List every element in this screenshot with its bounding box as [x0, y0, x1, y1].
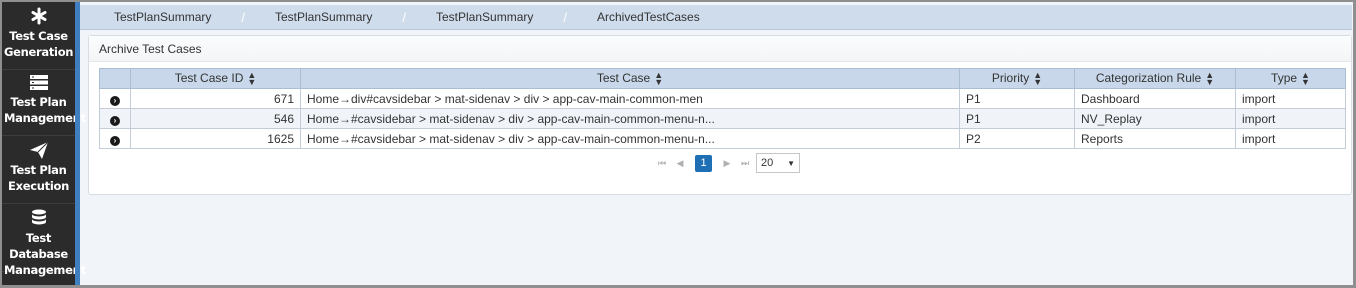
sidebar-label-line2: Management	[4, 111, 86, 125]
page-size-select[interactable]: 20 ▼	[756, 153, 800, 173]
archive-table: Test Case ID ▲ ▼ Test Case ▲ ▼ Priority ▲ ▼ Ca…	[99, 68, 1346, 149]
row-expander[interactable]: ›	[99, 108, 131, 129]
caret-down-icon: ▼	[787, 158, 795, 168]
breadcrumb-separator: /	[241, 9, 245, 25]
cell-type: import	[1235, 108, 1346, 129]
server-list-icon	[2, 72, 75, 94]
expander-header	[99, 68, 131, 89]
row-expander[interactable]: ›	[99, 88, 131, 109]
column-header-type[interactable]: Type ▲ ▼	[1235, 68, 1346, 89]
sidebar-label-line1: Test Plan	[10, 163, 67, 177]
cell-priority: P1	[959, 88, 1075, 109]
breadcrumb-item[interactable]: TestPlanSummary	[114, 10, 211, 24]
sort-icon[interactable]: ▲ ▼	[654, 70, 663, 86]
sidebar: Test Case Generation Test Plan Managemen…	[2, 2, 86, 285]
page-size-value: 20	[761, 157, 774, 169]
sidebar-item-test-plan-management[interactable]: Test Plan Management	[2, 68, 86, 136]
breadcrumb: TestPlanSummary / TestPlanSummary / Test…	[80, 5, 1352, 30]
sidebar-accent-strip	[75, 2, 80, 285]
next-page-icon[interactable]: ▶	[718, 158, 736, 169]
column-header-priority[interactable]: Priority ▲ ▼	[959, 68, 1075, 89]
sidebar-label-line1: Test Database	[9, 231, 68, 261]
cell-priority: P2	[959, 128, 1075, 149]
breadcrumb-item[interactable]: TestPlanSummary	[436, 10, 533, 24]
chevron-right-circle-icon[interactable]: ›	[110, 115, 120, 126]
prev-page-icon[interactable]: ◀	[671, 158, 689, 169]
sort-icon[interactable]: ▲ ▼	[247, 70, 256, 86]
paginator: ⏮ ◀ 1 ▶ ⏭ 20 ▼	[653, 153, 800, 173]
database-icon	[2, 208, 75, 230]
column-label: Categorization Rule	[1095, 71, 1202, 86]
cell-type: import	[1235, 88, 1346, 109]
sidebar-label-line2: Execution	[8, 179, 69, 193]
asterisk-icon	[2, 6, 75, 28]
panel-title: Archive Test Cases	[89, 36, 1351, 62]
chevron-right-circle-icon[interactable]: ›	[110, 135, 120, 146]
cell-test-case: Home→div#cavsidebar > mat-sidenav > div …	[300, 88, 960, 109]
column-label: Type	[1271, 71, 1298, 86]
sidebar-item-test-case-generation[interactable]: Test Case Generation	[2, 2, 75, 70]
row-expander[interactable]: ›	[99, 128, 131, 149]
breadcrumb-separator: /	[402, 9, 406, 25]
sidebar-label-line1: Test Case	[9, 29, 68, 43]
paper-plane-icon	[2, 140, 75, 162]
cell-type: import	[1235, 128, 1346, 149]
sidebar-item-test-database-management[interactable]: Test Database Management	[2, 204, 86, 277]
cell-test-case-id: 671	[130, 88, 301, 109]
cell-priority: P1	[959, 108, 1075, 129]
sort-icon[interactable]: ▲ ▼	[1033, 70, 1042, 86]
first-page-icon[interactable]: ⏮	[653, 158, 671, 169]
column-header-test-case-id[interactable]: Test Case ID ▲ ▼	[130, 68, 301, 89]
page-number-current[interactable]: 1	[695, 154, 712, 172]
column-header-categorization-rule[interactable]: Categorization Rule ▲ ▼	[1074, 68, 1236, 89]
chevron-right-circle-icon[interactable]: ›	[110, 95, 120, 106]
app-frame: Test Case Generation Test Plan Managemen…	[2, 2, 1353, 285]
table-header-row: Test Case ID ▲ ▼ Test Case ▲ ▼ Priority ▲ ▼ Ca…	[99, 68, 1346, 89]
sort-icon[interactable]: ▲ ▼	[1301, 70, 1310, 86]
breadcrumb-separator: /	[563, 9, 567, 25]
cell-categorization-rule: Dashboard	[1074, 88, 1236, 109]
cell-test-case: Home→#cavsidebar > mat-sidenav > div > a…	[300, 128, 960, 149]
last-page-icon[interactable]: ⏭	[736, 158, 754, 169]
sidebar-label-line1: Test Plan	[10, 95, 67, 109]
cell-categorization-rule: NV_Replay	[1074, 108, 1236, 129]
sidebar-label-line2: Management	[4, 263, 86, 277]
cell-test-case-id: 546	[130, 108, 301, 129]
column-label: Priority	[991, 71, 1030, 86]
cell-categorization-rule: Reports	[1074, 128, 1236, 149]
column-label: Test Case	[596, 71, 651, 86]
column-header-test-case[interactable]: Test Case ▲ ▼	[300, 68, 960, 89]
cell-test-case-id: 1625	[130, 128, 301, 149]
cell-test-case: Home→#cavsidebar > mat-sidenav > div > a…	[300, 108, 960, 129]
column-label: Test Case ID	[174, 71, 244, 86]
table-row[interactable]: › 1625 Home→#cavsidebar > mat-sidenav > …	[99, 128, 1346, 149]
sidebar-label-line2: Generation	[4, 45, 74, 59]
breadcrumb-item-current[interactable]: ArchivedTestCases	[597, 10, 700, 24]
archive-panel: Archive Test Cases Test Case ID ▲ ▼ Test C…	[88, 35, 1352, 195]
table-row[interactable]: › 546 Home→#cavsidebar > mat-sidenav > d…	[99, 108, 1346, 129]
sort-icon[interactable]: ▲ ▼	[1205, 70, 1214, 86]
breadcrumb-item[interactable]: TestPlanSummary	[275, 10, 372, 24]
table-row[interactable]: › 671 Home→div#cavsidebar > mat-sidenav …	[99, 88, 1346, 109]
sidebar-item-test-plan-execution[interactable]: Test Plan Execution	[2, 136, 75, 204]
